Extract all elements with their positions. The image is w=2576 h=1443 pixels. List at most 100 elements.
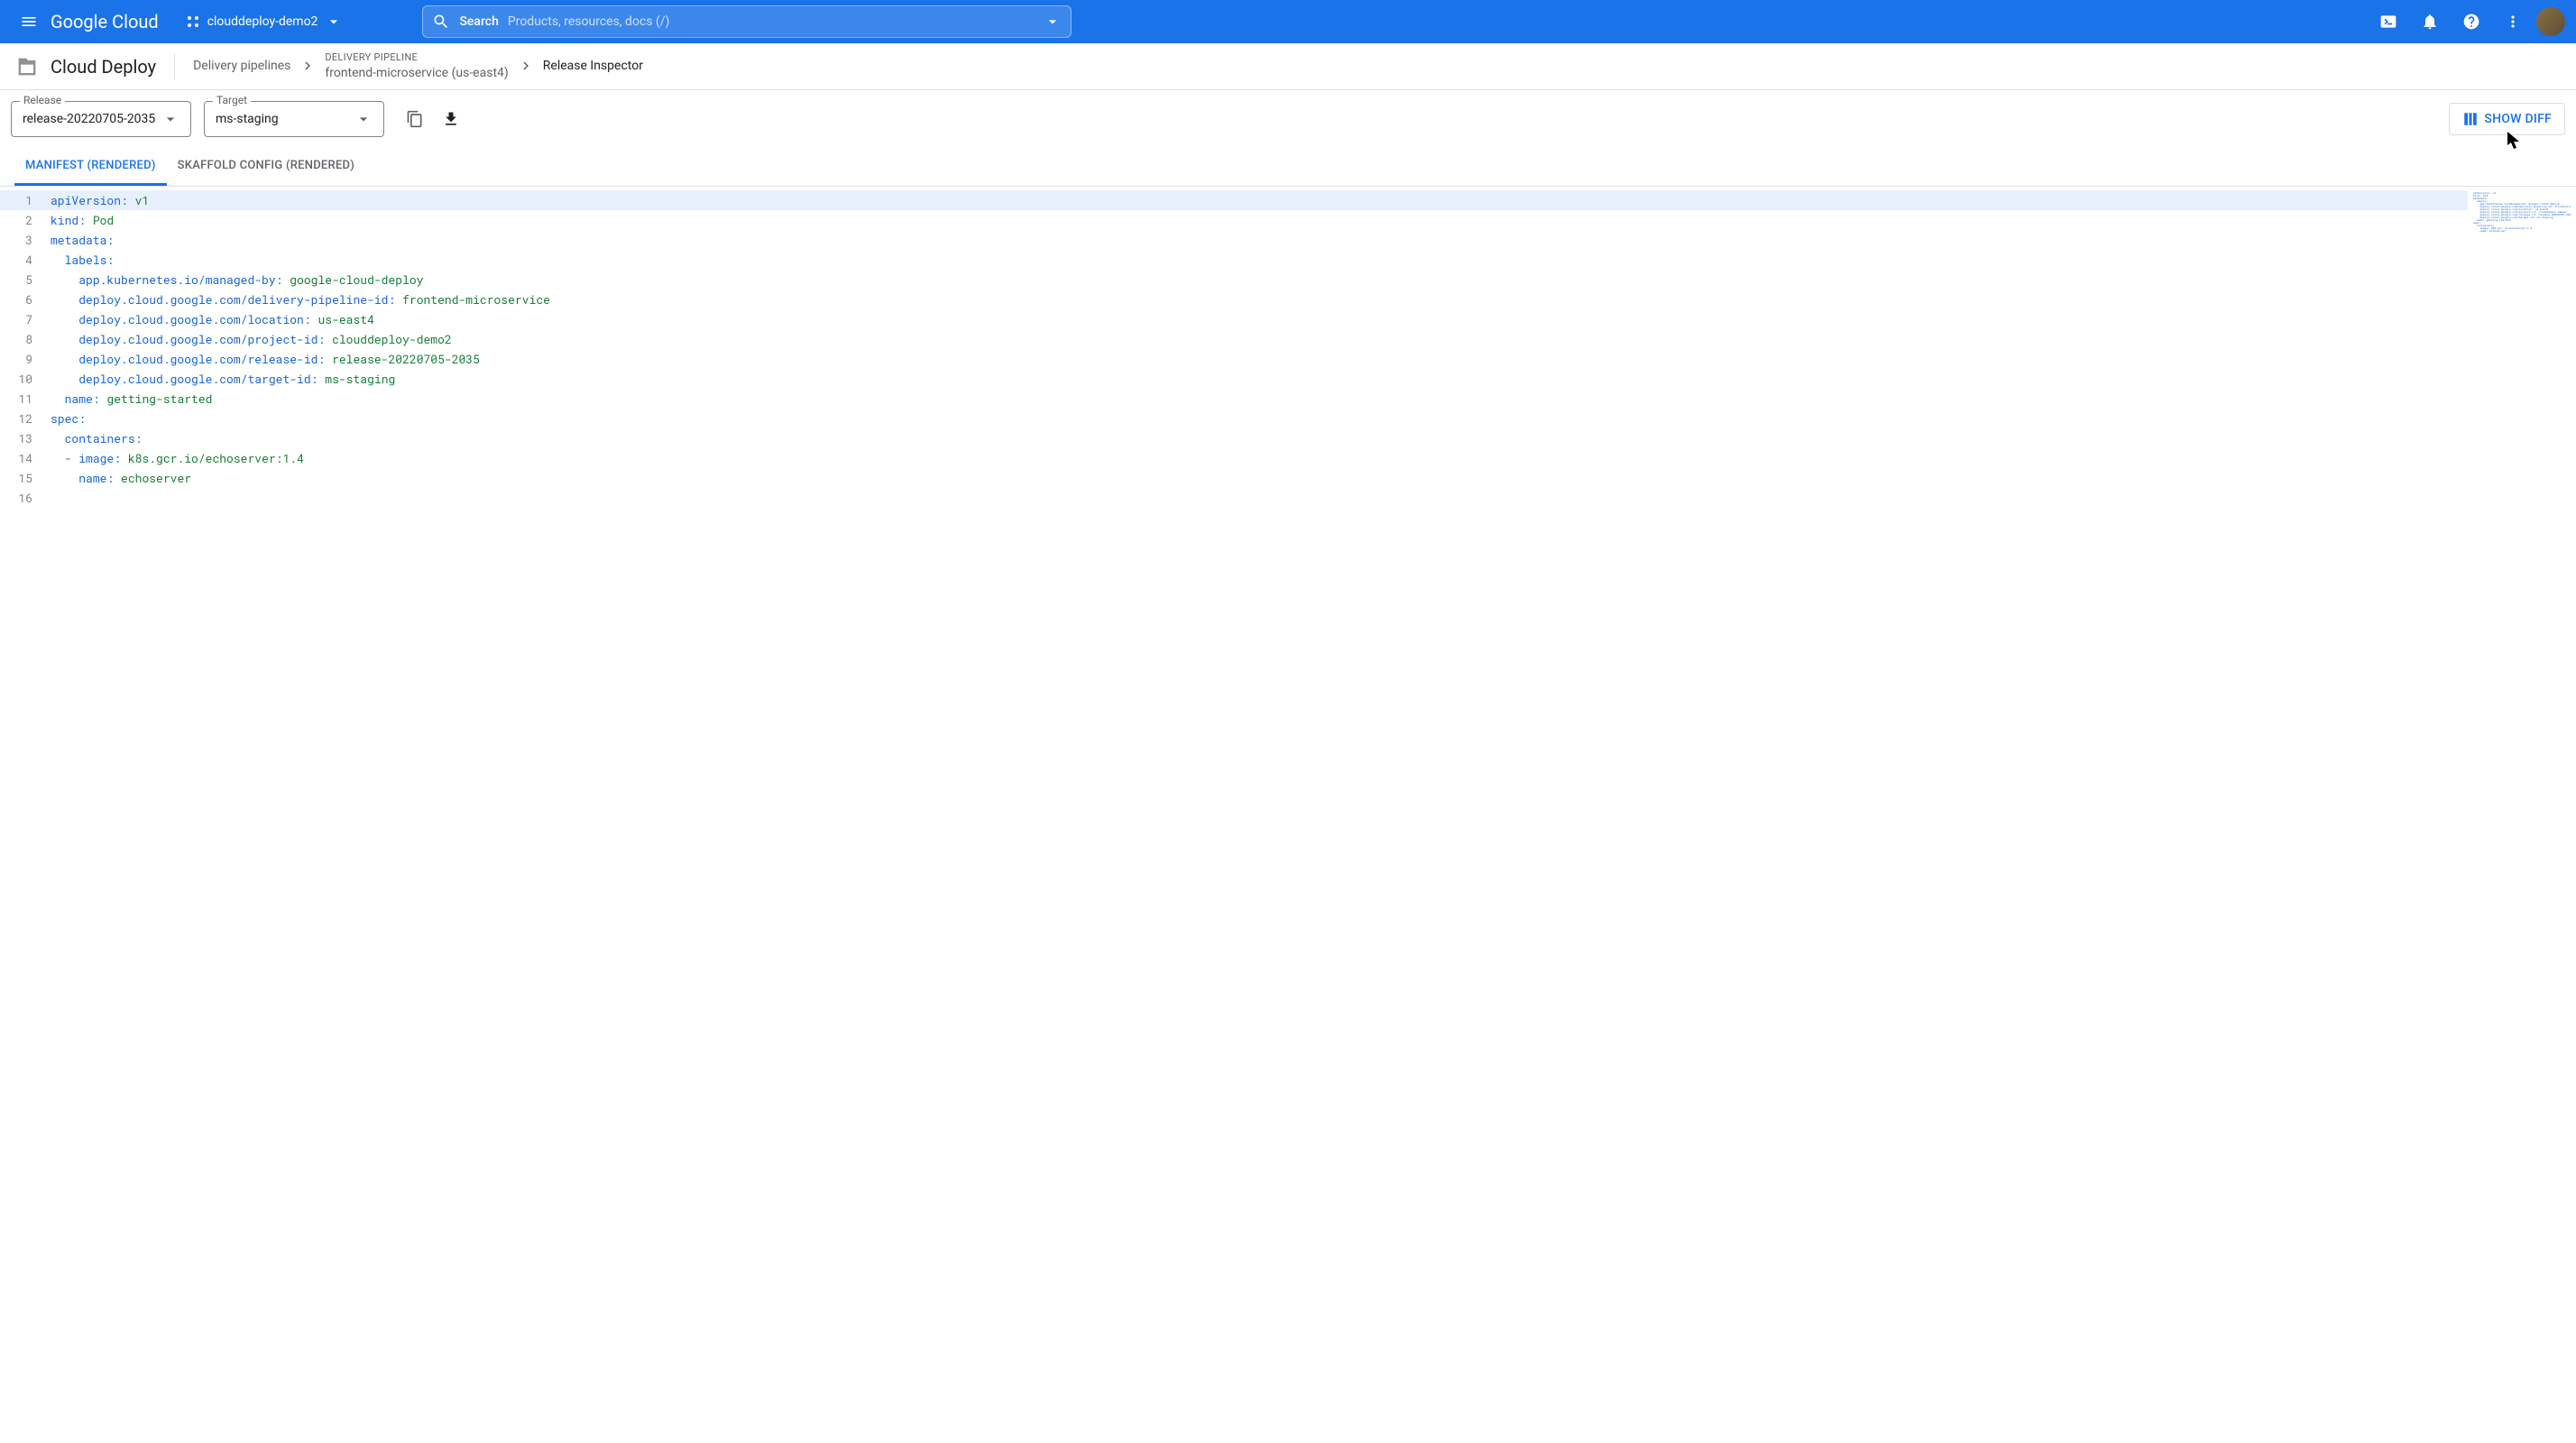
terminal-icon [2379, 13, 2397, 31]
show-diff-label: SHOW DIFF [2484, 112, 2552, 126]
main-menu-button[interactable] [11, 4, 47, 40]
code-line[interactable]: 14 - image: k8s.gcr.io/echoserver:1.4 [0, 448, 2468, 468]
code-line[interactable]: 4 labels: [0, 250, 2468, 270]
code-line[interactable]: 13 containers: [0, 428, 2468, 448]
code-content: deploy.cloud.google.com/target-id: ms-st… [45, 369, 395, 389]
code-editor[interactable]: 1apiVersion: v12kind: Pod3metadata:4 lab… [0, 187, 2468, 508]
code-content: - image: k8s.gcr.io/echoserver:1.4 [45, 448, 304, 468]
code-line[interactable]: 1apiVersion: v1 [0, 190, 2468, 210]
code-content: deploy.cloud.google.com/delivery-pipelin… [45, 290, 550, 309]
line-number: 9 [0, 349, 45, 369]
search-label: Search [459, 14, 498, 29]
code-line[interactable]: 16 [0, 488, 2468, 508]
chevron-right-icon [518, 58, 534, 74]
help-button[interactable] [2453, 4, 2489, 40]
code-line[interactable]: 12spec: [0, 409, 2468, 428]
download-button[interactable] [433, 101, 469, 137]
code-line[interactable]: 8 deploy.cloud.google.com/project-id: cl… [0, 329, 2468, 349]
code-content: deploy.cloud.google.com/release-id: rele… [45, 349, 480, 369]
code-content: labels: [45, 250, 114, 270]
code-line[interactable]: 6 deploy.cloud.google.com/delivery-pipel… [0, 290, 2468, 309]
code-content: name: getting-started [45, 389, 212, 409]
line-number: 16 [0, 488, 45, 508]
chevron-down-icon [325, 13, 343, 31]
line-number: 13 [0, 428, 45, 448]
line-number: 5 [0, 270, 45, 290]
minimap[interactable]: apiVersion: v1 kind: Pod metadata: label… [2468, 187, 2576, 508]
tab[interactable]: SKAFFOLD CONFIG (RENDERED) [167, 148, 365, 186]
chevron-down-icon [1044, 13, 1062, 31]
search-placeholder: Products, resources, docs (/) [508, 14, 1044, 29]
minimap-content: apiVersion: v1 kind: Pod metadata: label… [2473, 192, 2571, 233]
service-name: Cloud Deploy [51, 56, 156, 78]
code-content: metadata: [45, 230, 114, 250]
line-number: 14 [0, 448, 45, 468]
hamburger-icon [20, 13, 38, 31]
target-select[interactable]: ms-staging [204, 101, 384, 137]
bell-icon [2421, 13, 2439, 31]
line-number: 15 [0, 468, 45, 488]
search-bar[interactable]: Search Products, resources, docs (/) [422, 5, 1072, 38]
code-line[interactable]: 7 deploy.cloud.google.com/location: us-e… [0, 309, 2468, 329]
code-content: containers: [45, 428, 142, 448]
line-number: 6 [0, 290, 45, 309]
tabs: MANIFEST (RENDERED)SKAFFOLD CONFIG (REND… [0, 148, 2576, 187]
project-icon [184, 13, 202, 31]
breadcrumb-pipeline[interactable]: DELIVERY PIPELINEfrontend-microservice (… [325, 51, 508, 80]
code-content: spec: [45, 409, 86, 428]
target-select-wrap: Target ms-staging [204, 101, 384, 137]
logo-text: Google Cloud [51, 11, 159, 32]
release-select[interactable]: release-20220705-2035 [11, 101, 191, 137]
line-number: 7 [0, 309, 45, 329]
release-select-value: release-20220705-2035 [23, 112, 155, 126]
breadcrumb-row: Cloud Deploy Delivery pipelines DELIVERY … [0, 43, 2576, 90]
line-number: 11 [0, 389, 45, 409]
release-select-label: Release [20, 94, 65, 106]
editor-wrap: 1apiVersion: v12kind: Pod3metadata:4 lab… [0, 187, 2576, 508]
search-icon [432, 13, 450, 31]
toolbar: Release release-20220705-2035 Target ms-… [0, 90, 2576, 148]
line-number: 2 [0, 210, 45, 230]
code-content: app.kubernetes.io/managed-by: google-clo… [45, 270, 424, 290]
breadcrumb-link[interactable]: Delivery pipelines [193, 59, 290, 73]
code-line[interactable]: 11 name: getting-started [0, 389, 2468, 409]
code-line[interactable]: 3metadata: [0, 230, 2468, 250]
line-number: 1 [0, 190, 45, 210]
copy-button[interactable] [397, 101, 433, 137]
code-content: deploy.cloud.google.com/location: us-eas… [45, 309, 374, 329]
code-content: name: echoserver [45, 468, 191, 488]
more-vert-icon [2504, 13, 2522, 31]
diff-icon [2462, 111, 2479, 127]
download-icon [442, 110, 460, 128]
line-number: 10 [0, 369, 45, 389]
code-content [45, 488, 51, 508]
code-line[interactable]: 2kind: Pod [0, 210, 2468, 230]
copy-icon [406, 110, 424, 128]
code-content: deploy.cloud.google.com/project-id: clou… [45, 329, 452, 349]
tab[interactable]: MANIFEST (RENDERED) [14, 148, 167, 186]
show-diff-button[interactable]: SHOW DIFF [2449, 103, 2565, 135]
chevron-down-icon [354, 110, 373, 128]
user-avatar[interactable] [2536, 7, 2565, 36]
chevron-down-icon [161, 110, 179, 128]
cloud-deploy-icon [14, 54, 40, 79]
code-line[interactable]: 15 name: echoserver [0, 468, 2468, 488]
top-header: Google Cloud clouddeploy-demo2 Search Pr… [0, 0, 2576, 43]
breadcrumb-items: Delivery pipelines DELIVERY PIPELINEfront… [193, 51, 643, 80]
line-number: 4 [0, 250, 45, 270]
google-cloud-logo[interactable]: Google Cloud [51, 11, 159, 32]
project-name: clouddeploy-demo2 [207, 14, 318, 29]
code-line[interactable]: 10 deploy.cloud.google.com/target-id: ms… [0, 369, 2468, 389]
cloud-shell-button[interactable] [2370, 4, 2406, 40]
line-number: 8 [0, 329, 45, 349]
more-button[interactable] [2495, 4, 2531, 40]
code-line[interactable]: 5 app.kubernetes.io/managed-by: google-c… [0, 270, 2468, 290]
header-right [2370, 4, 2565, 40]
code-line[interactable]: 9 deploy.cloud.google.com/release-id: re… [0, 349, 2468, 369]
code-content: apiVersion: v1 [45, 190, 149, 210]
release-select-wrap: Release release-20220705-2035 [11, 101, 191, 137]
line-number: 3 [0, 230, 45, 250]
project-picker[interactable]: clouddeploy-demo2 [177, 9, 351, 34]
divider [174, 53, 175, 80]
notifications-button[interactable] [2412, 4, 2448, 40]
